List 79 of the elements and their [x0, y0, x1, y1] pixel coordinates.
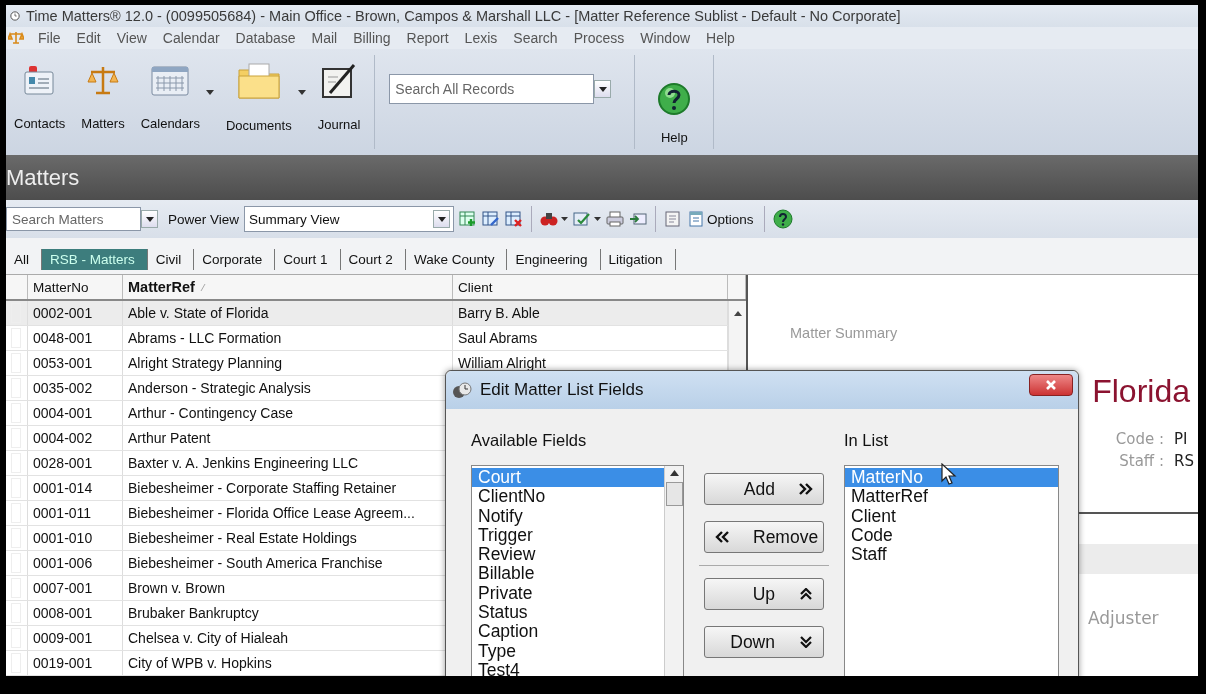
- table-cell: 0001-011: [28, 501, 123, 525]
- list-item[interactable]: Client: [845, 506, 1058, 526]
- list-item[interactable]: Code: [845, 525, 1058, 546]
- table-cell: 0053-001: [28, 351, 123, 375]
- table-cell: 0048-001: [28, 326, 123, 350]
- tab[interactable]: Court 1: [275, 249, 341, 270]
- menu-item[interactable]: Database: [227, 30, 304, 46]
- tab[interactable]: Civil: [147, 249, 195, 270]
- field-value: RS: [1174, 452, 1195, 470]
- menu-item[interactable]: Calendar: [154, 30, 228, 46]
- column-header[interactable]: MatterNo: [28, 275, 123, 299]
- table-cell: 0007-001: [28, 576, 123, 600]
- dialog-button[interactable]: Up: [704, 578, 824, 610]
- matter-title: Florida: [1092, 373, 1190, 410]
- table-cell: 0004-001: [28, 401, 123, 425]
- power-view-label: Power View: [168, 211, 240, 227]
- field-value: PI: [1174, 430, 1189, 448]
- options-button[interactable]: Options: [687, 211, 756, 227]
- list-label: In List: [844, 431, 890, 451]
- menu-item[interactable]: Mail: [303, 30, 346, 46]
- section-label: Adjuster: [1088, 608, 1159, 628]
- field-label: Staff :: [1119, 452, 1164, 470]
- list-item[interactable]: Trigger: [472, 525, 664, 546]
- table-cell: 0008-001: [28, 601, 123, 625]
- list-item[interactable]: Status: [472, 603, 664, 623]
- table-cell: 0009-001: [28, 626, 123, 650]
- toolbar-button[interactable]: Contacts: [6, 63, 74, 141]
- dialog-button[interactable]: Down: [704, 626, 824, 658]
- tab[interactable]: Engineering: [507, 249, 601, 270]
- table-row[interactable]: 0002-001 Able v. State of Florida Barry B. Able: [6, 301, 728, 326]
- table-cell: 0028-001: [28, 451, 123, 475]
- search-field[interactable]: Search All Records: [389, 74, 595, 104]
- dialog-title: Edit Matter List Fields: [480, 380, 644, 400]
- table-cell: 0001-014: [28, 476, 123, 500]
- toolbar-button[interactable]: Matters: [73, 63, 133, 141]
- menu-item[interactable]: Report: [398, 30, 457, 46]
- column-header[interactable]: MatterRef: [123, 275, 453, 299]
- menu-item[interactable]: Help: [698, 30, 743, 46]
- menu-item[interactable]: Process: [565, 30, 633, 46]
- menu-item[interactable]: Edit: [68, 30, 109, 46]
- tab[interactable]: Wake County: [405, 249, 508, 270]
- tab[interactable]: Litigation: [600, 249, 676, 270]
- view-dropdown[interactable]: Summary View: [244, 206, 455, 232]
- table-cell: Abrams - LLC Formation: [123, 326, 453, 350]
- menu-item[interactable]: Search: [505, 30, 566, 46]
- tab[interactable]: Corporate: [194, 249, 276, 270]
- toolbar-button[interactable]: Calendars: [132, 63, 208, 141]
- dialog-button[interactable]: Remove: [704, 521, 824, 553]
- table-cell: 0004-002: [28, 426, 123, 450]
- toolbar-button[interactable]: Documents: [217, 61, 300, 143]
- list-item[interactable]: MatterRef: [845, 487, 1058, 507]
- table-cell: 0019-001: [28, 651, 123, 675]
- menu-item[interactable]: Billing: [345, 30, 399, 46]
- table-cell: 0035-002: [28, 376, 123, 400]
- menu-item[interactable]: Lexis: [456, 30, 506, 46]
- field-label: Code :: [1115, 430, 1164, 448]
- section-title: Matters: [6, 164, 80, 191]
- table-cell: 0002-001: [28, 301, 123, 325]
- column-header[interactable]: Client: [453, 275, 728, 299]
- list-item[interactable]: Private: [472, 583, 664, 604]
- list-item[interactable]: Staff: [845, 545, 1058, 565]
- menu-item[interactable]: File: [30, 30, 69, 46]
- tab[interactable]: RSB - Matters: [42, 249, 148, 270]
- dialog-button[interactable]: Add: [704, 473, 824, 505]
- table-cell: 0001-010: [28, 526, 123, 550]
- window-title: Time Matters® 12.0 - (0099505684) - Main Office - Brown, Campos & Marshall LLC - [Matter Reference Sublist - Default - No Corporate]: [26, 8, 901, 24]
- table-cell: Able v. State of Florida: [123, 301, 453, 325]
- tab[interactable]: Court 2: [340, 249, 406, 270]
- menu-item[interactable]: View: [108, 30, 155, 46]
- table-cell: 0001-006: [28, 551, 123, 575]
- help-button[interactable]: Help: [641, 49, 708, 155]
- table-row[interactable]: 0048-001 Abrams - LLC Formation Saul Abrams: [6, 326, 728, 351]
- search-field[interactable]: Search Matters: [6, 207, 141, 231]
- list-label: Available Fields: [471, 431, 588, 451]
- list-item[interactable]: Test4: [472, 660, 664, 676]
- menu-item[interactable]: Window: [632, 30, 699, 46]
- toolbar-button[interactable]: Journal: [309, 62, 369, 142]
- list-item[interactable]: Notify: [472, 506, 664, 526]
- summary-heading: Matter Summary: [789, 324, 899, 341]
